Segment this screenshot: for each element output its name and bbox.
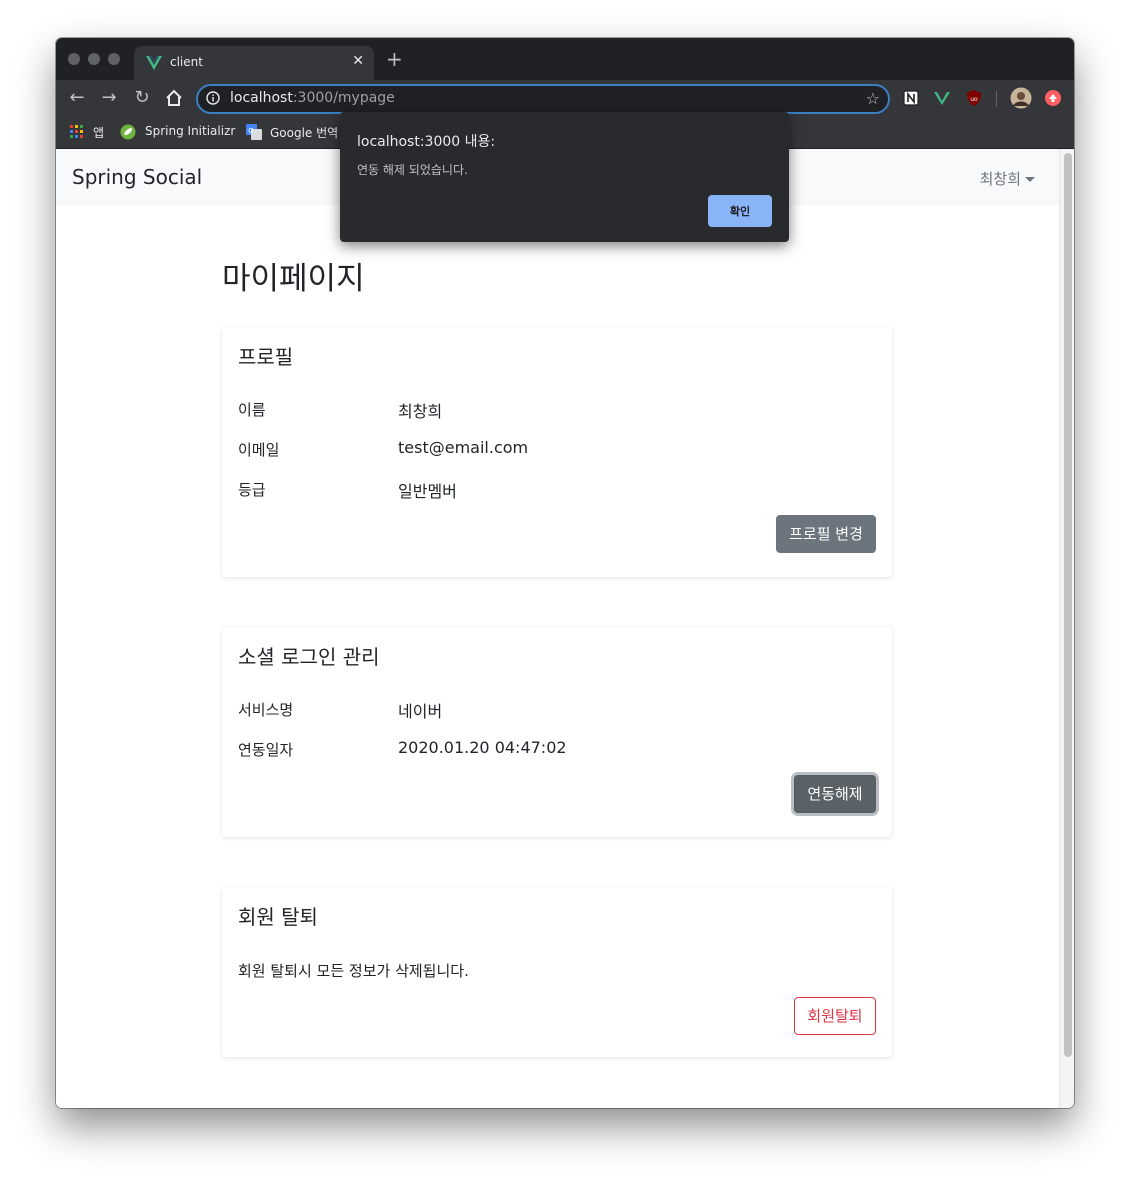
svg-text:G: G xyxy=(248,127,253,135)
url-host: localhost xyxy=(230,90,293,106)
withdraw-button[interactable]: 회원탈퇴 xyxy=(794,997,876,1035)
ublock-icon[interactable]: uo xyxy=(965,89,983,107)
url-text: localhost:3000/mypage xyxy=(230,90,395,106)
back-arrow-icon[interactable]: ← xyxy=(66,87,88,109)
forward-arrow-icon[interactable]: → xyxy=(98,87,120,109)
service-name-label: 서비스명 xyxy=(238,701,294,719)
tab-title: client xyxy=(170,55,203,69)
profile-email-label: 이메일 xyxy=(238,441,280,459)
user-name: 최창희 xyxy=(979,170,1021,188)
toolbar-divider xyxy=(996,91,997,107)
alert-message: 연동 해제 되었습니다. xyxy=(357,163,468,177)
social-login-card: 소셜 로그인 관리 서비스명 네이버 연동일자 2020.01.20 04:47… xyxy=(222,627,892,837)
profile-grade-value: 일반멤버 xyxy=(398,482,457,501)
browser-window: client ✕ + ← → ↻ localhost:3000/mypage ☆ xyxy=(56,38,1074,1108)
vue-logo-icon xyxy=(146,56,162,70)
page-title: 마이페이지 xyxy=(222,261,365,297)
unlink-button[interactable]: 연동해제 xyxy=(794,775,876,813)
info-icon[interactable] xyxy=(206,91,220,105)
linked-date-label: 연동일자 xyxy=(238,741,294,759)
edit-profile-button[interactable]: 프로필 변경 xyxy=(776,515,876,553)
profile-email-value: test@email.com xyxy=(398,438,529,457)
social-card-title: 소셜 로그인 관리 xyxy=(238,645,380,669)
bookmark-spring-initializr[interactable]: Spring Initializr xyxy=(145,124,235,138)
navbar-brand[interactable]: Spring Social xyxy=(72,165,202,189)
caret-down-icon xyxy=(1025,177,1035,182)
withdraw-card-title: 회원 탈퇴 xyxy=(238,905,318,929)
maximize-window-icon[interactable] xyxy=(108,53,120,65)
scrollbar-thumb[interactable] xyxy=(1064,153,1072,1057)
service-name-value: 네이버 xyxy=(398,702,443,721)
new-tab-button[interactable]: + xyxy=(386,49,403,69)
profile-name-value: 최창희 xyxy=(398,402,443,421)
star-icon[interactable]: ☆ xyxy=(866,89,880,108)
google-translate-icon: G xyxy=(246,124,262,140)
spring-leaf-icon xyxy=(120,124,136,140)
profile-card: 프로필 이름 최창희 이메일 test@email.com 등급 일반멤버 프로… xyxy=(222,327,892,577)
page-scrollbar[interactable] xyxy=(1059,149,1074,1108)
profile-grade-label: 등급 xyxy=(238,481,266,499)
vue-devtools-icon[interactable] xyxy=(933,89,951,107)
profile-name-label: 이름 xyxy=(238,401,266,419)
profile-card-title: 프로필 xyxy=(238,345,294,369)
user-dropdown[interactable]: 최창희 xyxy=(980,168,1035,189)
linked-date-value: 2020.01.20 04:47:02 xyxy=(398,738,567,757)
withdraw-description: 회원 탈퇴시 모든 정보가 삭제됩니다. xyxy=(238,962,469,980)
address-bar[interactable]: localhost:3000/mypage ☆ xyxy=(196,84,890,114)
alert-dialog: localhost:3000 내용: 연동 해제 되었습니다. 확인 xyxy=(340,112,789,242)
svg-text:uo: uo xyxy=(970,96,978,103)
alert-ok-button[interactable]: 확인 xyxy=(708,195,772,227)
avatar-icon[interactable] xyxy=(1010,87,1032,109)
tab-client[interactable]: client ✕ xyxy=(134,46,374,80)
close-window-icon[interactable] xyxy=(68,53,80,65)
bookmark-apps[interactable]: 앱 xyxy=(93,124,104,141)
apps-grid-icon[interactable] xyxy=(70,125,84,139)
alert-title: localhost:3000 내용: xyxy=(357,134,496,150)
notion-icon[interactable] xyxy=(902,89,920,107)
tab-strip: client ✕ + xyxy=(56,38,1074,80)
minimize-window-icon[interactable] xyxy=(88,53,100,65)
bookmark-google-translate[interactable]: Google 번역 xyxy=(270,124,338,141)
tab-close-icon[interactable]: ✕ xyxy=(352,53,364,69)
withdraw-card: 회원 탈퇴 회원 탈퇴시 모든 정보가 삭제됩니다. 회원탈퇴 xyxy=(222,887,892,1057)
extension-up-icon[interactable] xyxy=(1044,89,1062,107)
reload-icon[interactable]: ↻ xyxy=(131,87,153,109)
url-path: :3000/mypage xyxy=(292,90,395,106)
home-icon[interactable] xyxy=(163,87,185,109)
page-content: Spring Social 최창희 마이페이지 프로필 이름 최창희 이메일 t… xyxy=(56,149,1059,1108)
browser-toolbar: ← → ↻ localhost:3000/mypage ☆ uo xyxy=(56,80,1074,116)
